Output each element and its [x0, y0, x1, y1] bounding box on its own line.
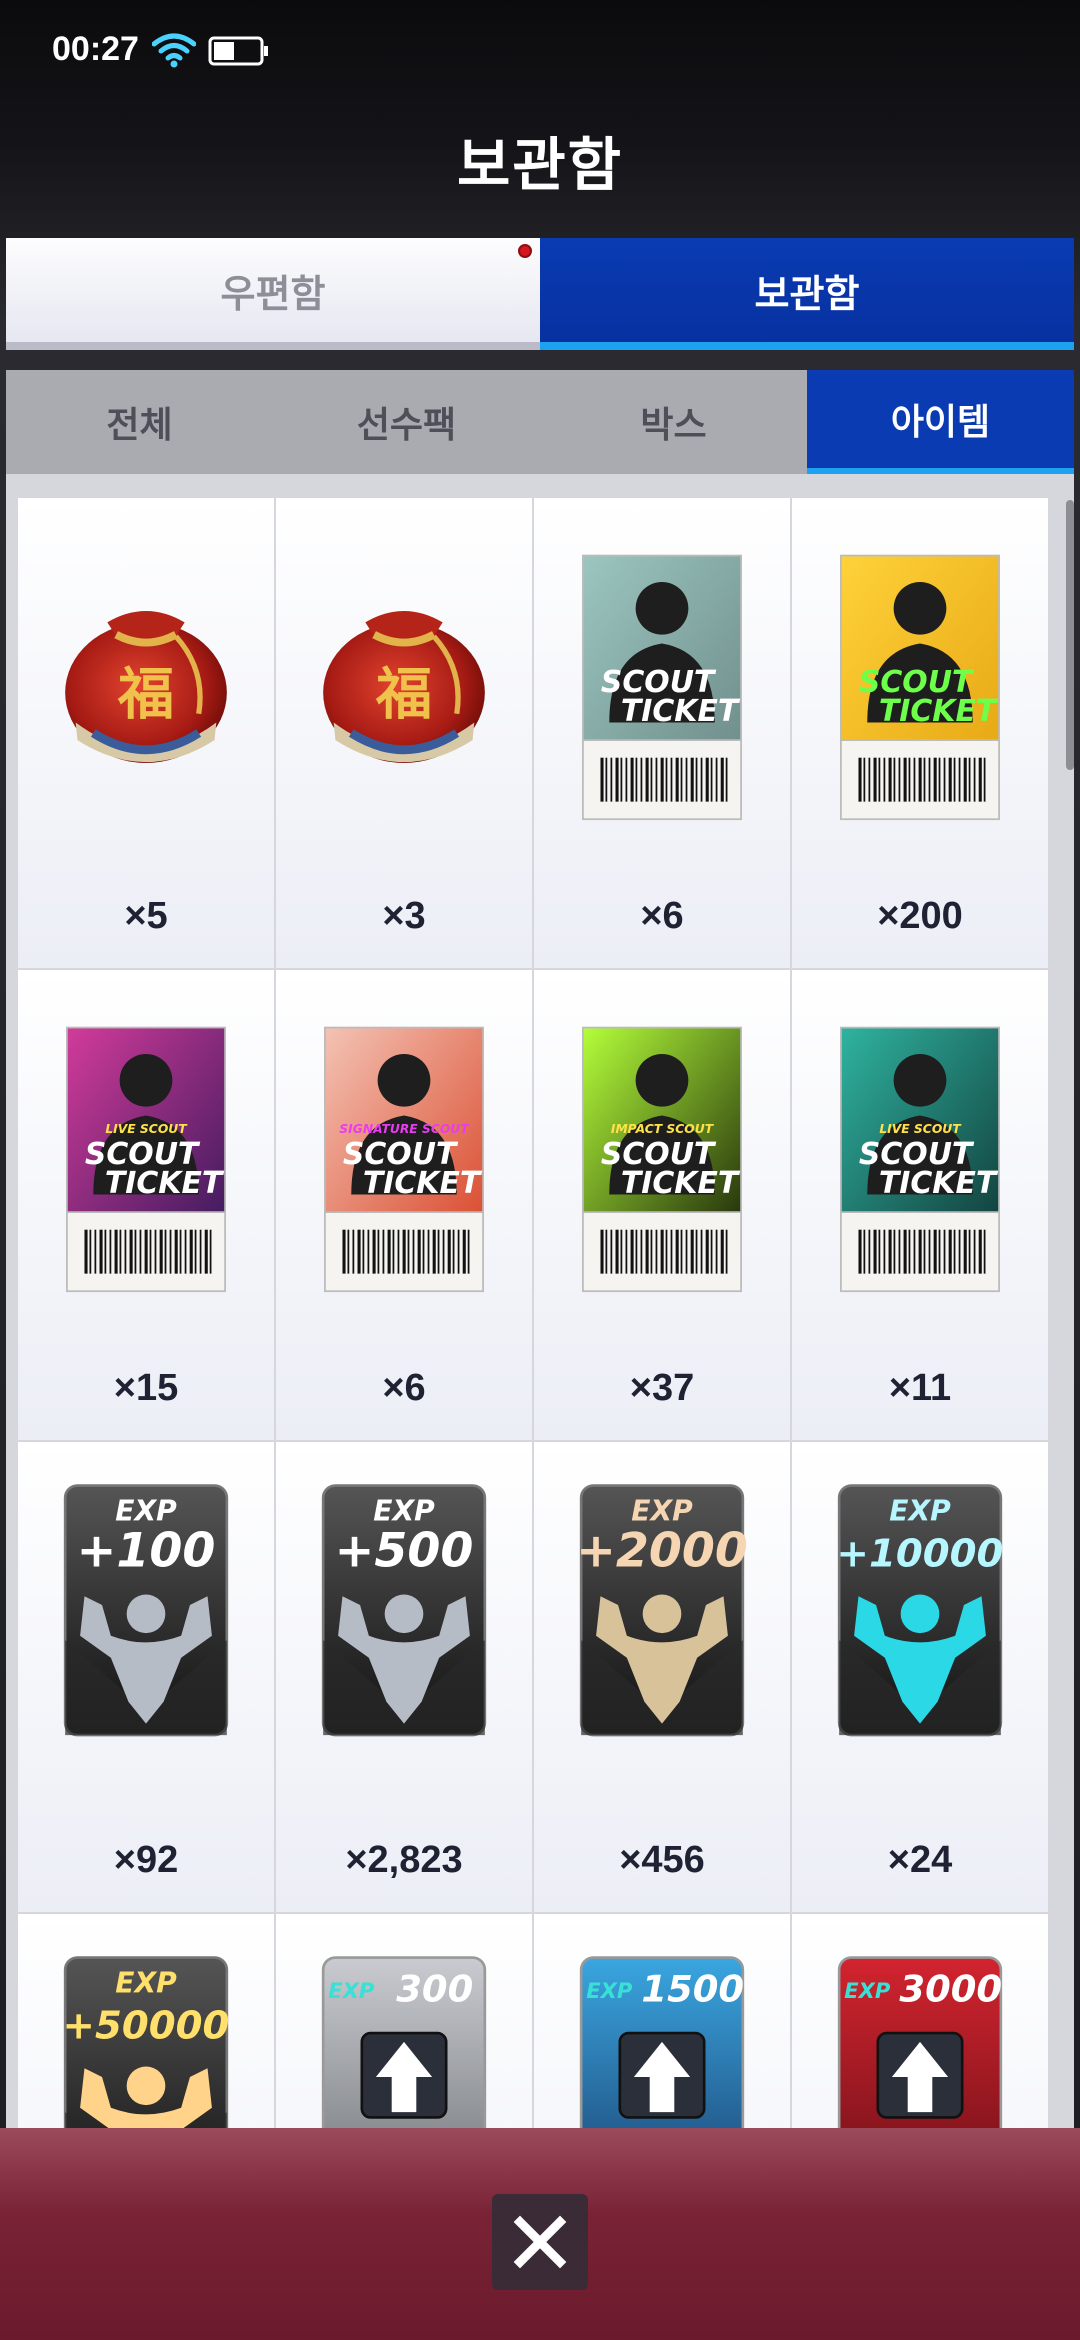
- svg-text:+50000: +50000: [63, 2003, 230, 2048]
- svg-text:EXP: EXP: [115, 1967, 177, 2000]
- svg-text:EXP: EXP: [844, 1978, 891, 2003]
- item-quantity: ×92: [113, 1839, 179, 1881]
- live-scout-ticket-icon: LIVE SCOUT SCOUT TICKET: [840, 1026, 1000, 1293]
- svg-text:TICKET: TICKET: [621, 1166, 741, 1201]
- close-button[interactable]: [492, 2194, 588, 2290]
- svg-text:SIGNATURE SCOUT: SIGNATURE SCOUT: [339, 1122, 470, 1136]
- svg-text:TICKET: TICKET: [105, 1166, 225, 1201]
- item-grid-panel: 福 ×5 福 ×3 SCOUT TICKET ×6 SCOUT TICKET ×20…: [6, 474, 1074, 2134]
- item-cell[interactable]: 福 ×5: [18, 498, 274, 968]
- scrollbar[interactable]: [1066, 500, 1074, 770]
- item-cell[interactable]: IMPACT SCOUT SCOUT TICKET ×37: [534, 970, 790, 1440]
- svg-text:3000: 3000: [899, 1967, 1002, 2010]
- item-quantity: ×24: [887, 1839, 953, 1881]
- item-quantity: ×6: [382, 1367, 426, 1409]
- tab-item[interactable]: 아이템: [807, 370, 1074, 474]
- item-cell[interactable]: SCOUT TICKET ×6: [534, 498, 790, 968]
- tab-label: 선수팩: [356, 405, 457, 446]
- signature-scout-ticket-icon: SIGNATURE SCOUT SCOUT TICKET: [324, 1026, 484, 1293]
- tab-player-pack[interactable]: 선수팩: [273, 370, 540, 474]
- lucky-bag-icon: 福: [65, 610, 227, 763]
- svg-text:EXP: EXP: [328, 1978, 375, 2003]
- svg-text:TICKET: TICKET: [879, 1166, 999, 1201]
- svg-text:TICKET: TICKET: [363, 1166, 483, 1201]
- item-quantity: ×2,823: [345, 1839, 463, 1881]
- exp-10000-card-icon: EXP +10000: [837, 1484, 1004, 1737]
- svg-text:EXP: EXP: [586, 1978, 633, 2003]
- tab-label: 박스: [640, 405, 707, 446]
- item-cell[interactable]: LIVE SCOUT SCOUT TICKET ×11: [792, 970, 1048, 1440]
- category-tabs: 전체 선수팩 박스 아이템: [6, 370, 1074, 474]
- item-quantity: ×5: [124, 895, 168, 937]
- tab-all[interactable]: 전체: [6, 370, 273, 474]
- tab-mailbox[interactable]: 우편함: [6, 238, 540, 350]
- lucky-bag-icon: 福: [323, 610, 485, 763]
- tab-label: 우편함: [220, 271, 326, 316]
- tab-label: 전체: [106, 405, 173, 446]
- item-cell[interactable]: EXP 3000: [792, 1914, 1048, 2134]
- svg-text:EXP: EXP: [889, 1495, 951, 1528]
- item-cell[interactable]: 福 ×3: [276, 498, 532, 968]
- item-cell[interactable]: LIVE SCOUT SCOUT TICKET ×15: [18, 970, 274, 1440]
- item-cell[interactable]: EXP +10000 ×24: [792, 1442, 1048, 1912]
- item-cell[interactable]: EXP 300: [276, 1914, 532, 2134]
- item-cell[interactable]: SIGNATURE SCOUT SCOUT TICKET ×6: [276, 970, 532, 1440]
- tab-storage[interactable]: 보관함: [540, 238, 1074, 350]
- svg-text:1500: 1500: [641, 1967, 744, 2010]
- svg-text:TICKET: TICKET: [879, 694, 999, 729]
- top-tabs: 우편함 보관함: [6, 238, 1074, 350]
- svg-text:TICKET: TICKET: [621, 694, 741, 729]
- exp-500-card-icon: EXP +500: [321, 1484, 487, 1737]
- status-time: 00:27: [52, 30, 139, 68]
- wifi-icon: [152, 33, 196, 68]
- scout-ticket-icon: SCOUT TICKET: [582, 554, 742, 821]
- item-cell[interactable]: EXP +100 ×92: [18, 1442, 274, 1912]
- svg-text:300: 300: [396, 1967, 473, 2010]
- tab-label: 보관함: [754, 271, 860, 316]
- item-quantity: ×11: [888, 1367, 952, 1409]
- exp-2000-card-icon: EXP +2000: [576, 1484, 748, 1737]
- gold-scout-ticket-icon: SCOUT TICKET: [840, 554, 1000, 821]
- exp-300-upgrade-icon: EXP 300: [321, 1956, 487, 2134]
- svg-text:+100: +100: [77, 1523, 216, 1578]
- svg-text:IMPACT SCOUT: IMPACT SCOUT: [611, 1122, 715, 1136]
- close-icon: [513, 2215, 567, 2269]
- svg-text:+500: +500: [335, 1523, 474, 1578]
- item-cell[interactable]: EXP +50000: [18, 1914, 274, 2134]
- svg-text:+10000: +10000: [837, 1531, 1004, 1576]
- tab-label: 아이템: [890, 402, 991, 443]
- status-bar: 00:27: [0, 0, 1080, 100]
- item-quantity: ×3: [382, 895, 426, 937]
- item-quantity: ×37: [629, 1367, 695, 1409]
- exp-1500-upgrade-icon: EXP 1500: [579, 1956, 745, 2134]
- bag-symbol: 福: [117, 663, 174, 728]
- item-cell[interactable]: EXP 1500: [534, 1914, 790, 2134]
- svg-text:LIVE SCOUT: LIVE SCOUT: [879, 1122, 962, 1136]
- item-quantity: ×6: [640, 895, 684, 937]
- exp-100-card-icon: EXP +100: [63, 1484, 229, 1737]
- item-quantity: ×200: [877, 895, 963, 937]
- tab-box[interactable]: 박스: [540, 370, 807, 474]
- live-scout-ticket-icon: LIVE SCOUT SCOUT TICKET: [66, 1026, 226, 1293]
- page-title: 보관함: [456, 131, 624, 199]
- svg-text:LIVE SCOUT: LIVE SCOUT: [105, 1122, 188, 1136]
- item-cell[interactable]: SCOUT TICKET ×200: [792, 498, 1048, 968]
- svg-text:+2000: +2000: [576, 1523, 748, 1578]
- exp-50000-card-icon: EXP +50000: [63, 1956, 230, 2134]
- item-quantity: ×456: [619, 1839, 705, 1881]
- impact-scout-ticket-icon: IMPACT SCOUT SCOUT TICKET: [582, 1026, 742, 1293]
- bag-symbol: 福: [375, 663, 432, 728]
- item-grid: 福 ×5 福 ×3 SCOUT TICKET ×6 SCOUT TICKET ×20…: [18, 498, 1048, 2134]
- notification-dot: [518, 244, 532, 258]
- battery-icon: [208, 36, 268, 66]
- item-cell[interactable]: EXP +2000 ×456: [534, 1442, 790, 1912]
- item-cell[interactable]: EXP +500 ×2,823: [276, 1442, 532, 1912]
- exp-3000-upgrade-icon: EXP 3000: [837, 1956, 1003, 2134]
- item-quantity: ×15: [113, 1367, 179, 1409]
